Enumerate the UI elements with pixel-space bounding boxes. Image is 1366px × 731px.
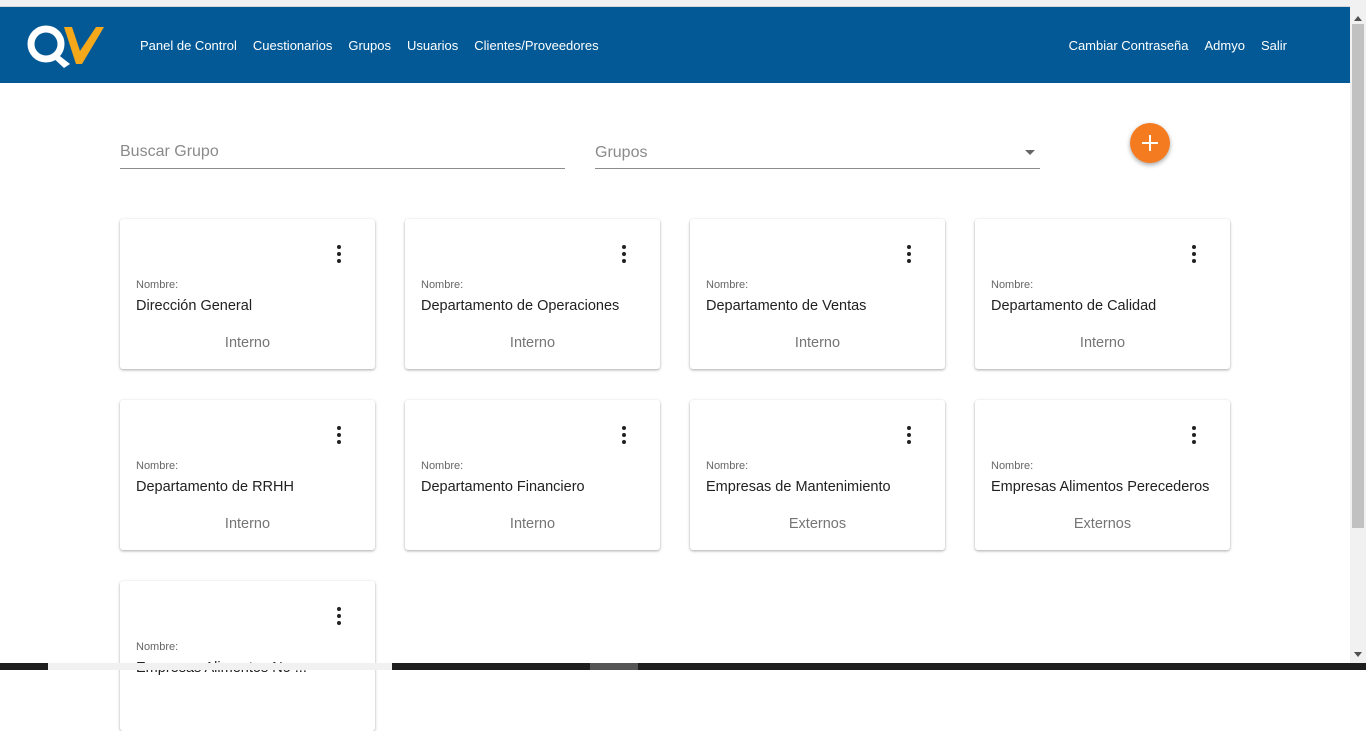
card-name-label: Nombre: — [706, 279, 749, 291]
user-nav: Cambiar Contraseña Admyo Salir — [1069, 7, 1287, 83]
group-card[interactable]: Nombre: Empresas Alimentos No ... — [120, 581, 375, 731]
card-name-label: Nombre: — [991, 460, 1034, 472]
group-name: Empresas de Mantenimiento — [706, 479, 891, 495]
group-card[interactable]: Nombre: Departamento Financiero Interno — [405, 400, 660, 550]
navbar: Panel de Control Cuestionarios Grupos Us… — [0, 7, 1350, 83]
group-card[interactable]: Nombre: Departamento de Ventas Interno — [690, 219, 945, 369]
card-name-label: Nombre: — [706, 460, 749, 472]
bottom-taskbar-strip — [0, 663, 1366, 670]
main-nav: Panel de Control Cuestionarios Grupos Us… — [140, 7, 615, 83]
group-filter-placeholder: Grupos — [595, 144, 648, 161]
group-name: Departamento de RRHH — [136, 479, 294, 495]
group-name: Departamento de Calidad — [991, 298, 1157, 314]
group-type: Interno — [509, 516, 556, 532]
search-input[interactable] — [120, 136, 565, 168]
nav-grupos[interactable]: Grupos — [348, 38, 391, 53]
app-logo[interactable] — [26, 23, 106, 69]
scroll-up-icon[interactable] — [1354, 16, 1362, 21]
group-type: Interno — [794, 335, 841, 351]
more-options-icon[interactable] — [331, 245, 347, 263]
group-filter-select[interactable]: Grupos — [595, 136, 1040, 169]
group-card[interactable]: Nombre: Departamento de Calidad Interno — [975, 219, 1230, 369]
card-name-label: Nombre: — [421, 460, 464, 472]
card-name-label: Nombre: — [136, 279, 179, 291]
nav-cuestionarios[interactable]: Cuestionarios — [253, 38, 333, 53]
nav-clientes-proveedores[interactable]: Clientes/Proveedores — [474, 38, 598, 53]
group-type: Interno — [1079, 335, 1126, 351]
group-name: Dirección General — [136, 298, 253, 314]
group-name: Empresas Alimentos Perecederos — [991, 479, 1210, 495]
scroll-down-icon[interactable] — [1354, 652, 1362, 657]
group-type: Interno — [224, 335, 271, 351]
group-card[interactable]: Nombre: Departamento de RRHH Interno — [120, 400, 375, 550]
more-options-icon[interactable] — [901, 245, 917, 263]
more-options-icon[interactable] — [616, 245, 632, 263]
group-card[interactable]: Nombre: Dirección General Interno — [120, 219, 375, 369]
nav-usuarios[interactable]: Usuarios — [407, 38, 458, 53]
more-options-icon[interactable] — [1186, 245, 1202, 263]
plus-icon — [1142, 135, 1158, 151]
nav-user-admyo[interactable]: Admyo — [1205, 38, 1245, 53]
card-name-label: Nombre: — [421, 279, 464, 291]
nav-salir[interactable]: Salir — [1261, 38, 1287, 53]
more-options-icon[interactable] — [901, 426, 917, 444]
scrollbar-thumb[interactable] — [1352, 24, 1364, 528]
group-card[interactable]: Nombre: Empresas Alimentos Perecederos E… — [975, 400, 1230, 550]
more-options-icon[interactable] — [331, 607, 347, 625]
group-type: Externos — [788, 516, 847, 532]
group-type: Interno — [509, 335, 556, 351]
more-options-icon[interactable] — [331, 426, 347, 444]
nav-panel-de-control[interactable]: Panel de Control — [140, 38, 237, 53]
group-type: Interno — [224, 516, 271, 532]
card-name-label: Nombre: — [136, 460, 179, 472]
group-name: Departamento Financiero — [421, 479, 585, 495]
card-name-label: Nombre: — [136, 641, 179, 653]
group-card[interactable]: Nombre: Empresas de Mantenimiento Extern… — [690, 400, 945, 550]
group-card[interactable]: Nombre: Departamento de Operaciones Inte… — [405, 219, 660, 369]
horizontal-scroll-track — [48, 663, 392, 670]
more-options-icon[interactable] — [1186, 426, 1202, 444]
group-type: Externos — [1073, 516, 1132, 532]
vertical-scrollbar[interactable] — [1350, 7, 1366, 663]
group-name: Departamento de Operaciones — [421, 298, 620, 314]
add-group-button[interactable] — [1130, 123, 1170, 163]
qv-logo-icon — [27, 25, 104, 68]
dropdown-arrow-icon — [1025, 150, 1035, 155]
card-name-label: Nombre: — [991, 279, 1034, 291]
horizontal-scroll-thumb[interactable] — [590, 663, 638, 670]
group-name: Departamento de Ventas — [706, 298, 867, 314]
search-field — [120, 136, 565, 169]
nav-cambiar-contrasena[interactable]: Cambiar Contraseña — [1069, 38, 1189, 53]
more-options-icon[interactable] — [616, 426, 632, 444]
